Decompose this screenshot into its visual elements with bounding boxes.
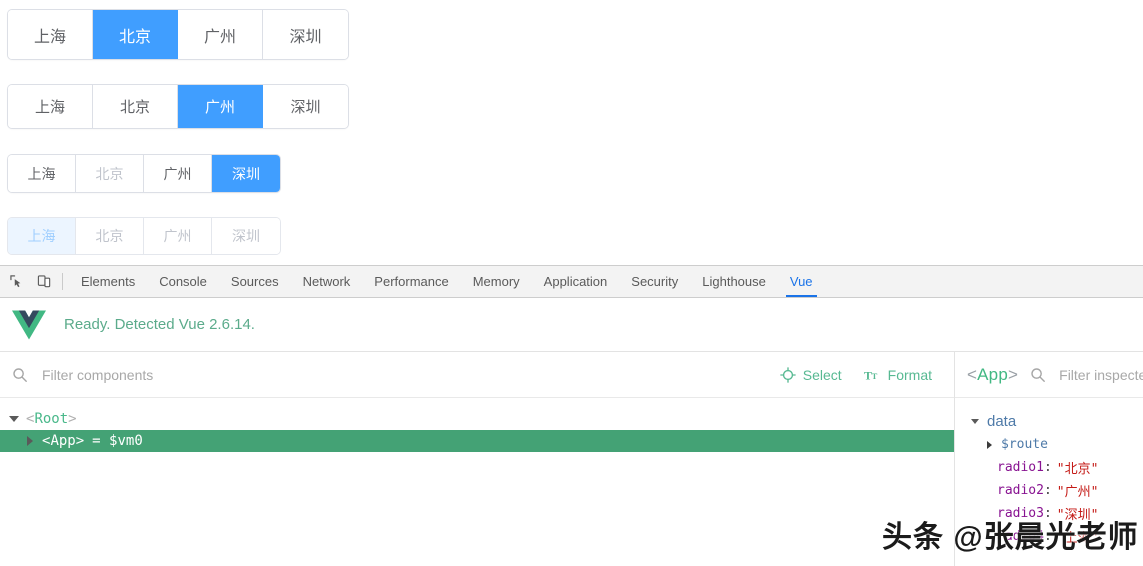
tab-console[interactable]: Console [147,266,219,297]
inspector-filter-wrapper[interactable] [1030,365,1143,384]
tab-network[interactable]: Network [291,266,363,297]
tree-row-root[interactable]: <Root> [0,408,954,430]
target-select-icon [779,366,796,383]
tree-row-root-label: <Root> [26,411,77,427]
tree-row-app-label: <App> [42,433,85,449]
select-component-button[interactable]: Select [779,366,842,383]
radio-button-group-large[interactable]: 上海 北京 广州 深圳 [8,10,348,59]
app-preview-area: 上海 北京 广州 深圳 上海 北京 广州 深圳 上海 北京 广州 深圳 上海 北… [0,0,1143,265]
components-pane: Select T T Format <Root> [0,352,955,566]
data-row-route[interactable]: $route [955,433,1143,456]
devtools-toolbar: Elements Console Sources Network Perform… [0,266,1143,298]
chevron-down-icon[interactable] [967,414,983,430]
tab-performance[interactable]: Performance [362,266,460,297]
component-filter-wrapper[interactable] [0,365,780,384]
data-row-radio2-key: radio2 [997,483,1044,498]
vue-logo-icon [12,310,46,339]
data-row-radio2[interactable]: radio2: "广州" [955,479,1143,502]
data-row-radio1[interactable]: radio1: "北京" [955,456,1143,479]
inspector-data-tree: data $route radio1: "北京" radio2: "广州" ra… [955,398,1143,548]
inspect-element-icon[interactable] [2,266,30,297]
device-toolbar-icon[interactable] [30,266,58,297]
tab-elements[interactable]: Elements [69,266,147,297]
devtools-panel: Elements Console Sources Network Perform… [0,265,1143,566]
component-tree: <Root> <App> = $vm0 [0,398,954,452]
data-section-header[interactable]: data [955,410,1143,433]
search-icon [13,367,27,382]
tab-vue[interactable]: Vue [778,266,825,297]
chevron-right-icon[interactable] [22,433,38,449]
svg-text:T: T [871,371,877,381]
data-section-label: data [987,413,1017,430]
radio-button-guangzhou: 广州 [144,218,212,254]
data-row-radio1-value: "北京" [1056,462,1099,477]
tab-security[interactable]: Security [619,266,690,297]
radio-button-beijing[interactable]: 北京 [93,85,178,128]
vue-ready-text: Ready. Detected Vue 2.6.14. [64,316,255,333]
radio-button-guangzhou[interactable]: 广州 [178,10,263,59]
inspector-component-title: <App> [967,364,1019,384]
radio-button-shanghai[interactable]: 上海 [8,155,76,192]
radio-button-shanghai[interactable]: 上海 [8,85,93,128]
data-row-radio4-key: radio4 [997,529,1044,544]
radio-button-shenzhen[interactable]: 深圳 [263,10,348,59]
data-row-radio3-value: "深圳" [1056,508,1099,523]
radio-button-beijing: 北京 [76,155,144,192]
chevron-down-icon[interactable] [6,411,22,427]
vue-devtools-body: Select T T Format <Root> [0,352,1143,566]
format-button[interactable]: T T Format [864,367,932,383]
data-row-radio4[interactable]: radio4: "上海" [955,525,1143,548]
toolbar-divider [62,273,63,290]
tab-lighthouse[interactable]: Lighthouse [690,266,778,297]
tab-sources[interactable]: Sources [219,266,291,297]
radio-button-group-small[interactable]: 上海 北京 广州 深圳 [8,155,280,192]
data-row-radio3-key: radio3 [997,506,1044,521]
tab-memory[interactable]: Memory [461,266,532,297]
radio-button-shanghai[interactable]: 上海 [8,10,93,59]
radio-button-shanghai: 上海 [8,218,76,254]
radio-button-shenzhen[interactable]: 深圳 [212,155,280,192]
tree-row-app[interactable]: <App> = $vm0 [0,430,954,452]
chevron-right-icon[interactable] [981,437,997,453]
radio-button-beijing: 北京 [76,218,144,254]
inspector-pane-header: <App> [955,352,1143,398]
inspector-pane: <App> data $route [955,352,1143,566]
data-row-radio4-value: "上海" [1056,531,1099,546]
radio-button-beijing[interactable]: 北京 [93,10,178,59]
data-row-radio3[interactable]: radio3: "深圳" [955,502,1143,525]
select-component-label: Select [802,366,842,383]
radio-button-shenzhen[interactable]: 深圳 [263,85,348,128]
data-row-radio1-key: radio1 [997,460,1044,475]
inspector-filter-input[interactable] [1057,365,1143,384]
svg-text:T: T [864,368,872,382]
data-row-radio2-value: "广州" [1056,485,1099,500]
radio-button-guangzhou[interactable]: 广州 [144,155,212,192]
radio-button-shenzhen: 深圳 [212,218,280,254]
text-format-icon: T T [864,368,878,382]
vue-ready-banner: Ready. Detected Vue 2.6.14. [0,298,1143,352]
radio-button-group-medium[interactable]: 上海 北京 广州 深圳 [8,85,348,128]
data-row-route-key: $route [1001,437,1048,452]
tab-application[interactable]: Application [532,266,620,297]
search-icon [1031,367,1046,382]
component-filter-input[interactable] [40,365,324,384]
components-pane-header: Select T T Format [0,352,954,398]
format-label: Format [887,366,932,383]
tree-row-app-vm: = $vm0 [92,433,143,449]
radio-button-group-disabled: 上海 北京 广州 深圳 [8,218,280,254]
radio-button-guangzhou[interactable]: 广州 [178,85,263,128]
